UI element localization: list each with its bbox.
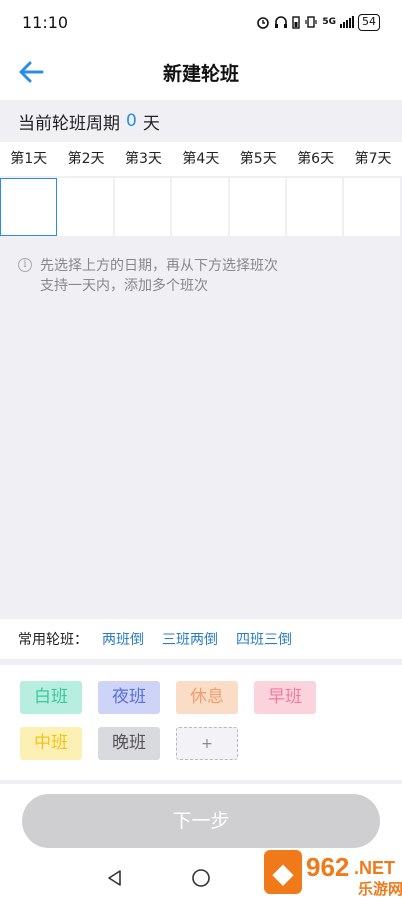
next-step-button[interactable]: 下一步 <box>22 794 380 848</box>
day-header: 第3天 <box>125 151 162 167</box>
day-header: 第2天 <box>67 151 105 167</box>
day-header: 第6天 <box>297 151 335 167</box>
common-shifts-label: 常用轮班： <box>18 632 88 648</box>
page-title: 新建轮班 <box>162 62 239 85</box>
watermark-logo: ◆ 962 .NET 乐游网 <box>264 850 402 898</box>
day-cell-1[interactable] <box>0 178 58 236</box>
day-header: 第5天 <box>239 151 277 167</box>
shift-chip-rest[interactable]: 休息 <box>176 681 238 714</box>
common-shifts-row: 常用轮班： 两班倒 三班两倒 四班三倒 <box>0 619 402 659</box>
battery-icon: 54 <box>358 13 380 31</box>
day-cell-4[interactable] <box>172 178 230 236</box>
status-time: 11:10 <box>22 12 69 32</box>
divider <box>0 780 402 784</box>
nav-back-icon[interactable] <box>105 868 125 888</box>
network-label: 5G <box>322 17 336 27</box>
day-header: 第1天 <box>10 151 48 167</box>
svg-text:◆: ◆ <box>272 858 294 888</box>
common-shift-four-three[interactable]: 四班三倒 <box>236 629 292 649</box>
cycle-row: 当前轮班周期 0 天 <box>0 100 402 142</box>
signal-icon <box>340 16 354 28</box>
back-arrow-icon <box>19 61 44 83</box>
hint-text: 先选择上方的日期，再从下方选择班次 支持一天内，添加多个班次 <box>40 256 278 296</box>
day-header: 第4天 <box>182 151 220 167</box>
status-bar: 11:10 5G 54 <box>0 0 402 44</box>
header: 新建轮班 <box>0 44 402 100</box>
shift-chips: 白班 夜班 休息 早班 中班 晚班 + <box>0 665 402 780</box>
day-cell-2[interactable] <box>57 178 115 236</box>
cycle-unit: 天 <box>142 113 160 134</box>
shift-chip-night[interactable]: 夜班 <box>98 681 160 714</box>
watermark-text-962: 962 <box>306 852 349 882</box>
day-cell-6[interactable] <box>286 178 345 236</box>
hint-line-2: 支持一天内，添加多个班次 <box>40 278 208 294</box>
shift-chip-day[interactable]: 白班 <box>20 681 82 714</box>
battery-status-icon <box>292 16 301 29</box>
day-cells <box>0 176 402 238</box>
day-cell-7[interactable] <box>344 178 402 236</box>
hint-line-1: 先选择上方的日期，再从下方选择班次 <box>40 258 278 274</box>
watermark-text-net: .NET <box>354 858 395 878</box>
shift-chip-evening[interactable]: 晚班 <box>98 727 160 760</box>
day-header: 第7天 <box>354 151 392 167</box>
info-icon: i <box>18 258 32 272</box>
cycle-count: 0 <box>126 111 137 131</box>
shift-chip-middle[interactable]: 中班 <box>20 727 82 760</box>
hint: i 先选择上方的日期，再从下方选择班次 支持一天内，添加多个班次 <box>18 256 278 296</box>
add-shift-button[interactable]: + <box>176 727 238 760</box>
nav-home-icon[interactable] <box>191 868 211 888</box>
day-cell-3[interactable] <box>114 178 173 236</box>
common-shift-two-rotation[interactable]: 两班倒 <box>102 629 144 649</box>
alarm-icon <box>257 17 270 29</box>
cycle-label: 当前轮班周期 <box>18 113 120 134</box>
shift-chip-morning[interactable]: 早班 <box>254 681 316 714</box>
day-cell-5[interactable] <box>229 178 287 236</box>
back-button[interactable] <box>14 56 48 88</box>
vibrate-icon <box>305 16 317 28</box>
watermark-text-site: 乐游网 <box>358 880 402 898</box>
headphones-icon <box>275 16 288 28</box>
common-shift-three-two[interactable]: 三班两倒 <box>162 629 218 649</box>
status-icons: 5G 54 <box>256 13 380 31</box>
main-area: i 先选择上方的日期，再从下方选择班次 支持一天内，添加多个班次 <box>0 238 402 619</box>
day-headers: 第1天 第2天 第3天 第4天 第5天 第6天 第7天 <box>0 142 402 176</box>
